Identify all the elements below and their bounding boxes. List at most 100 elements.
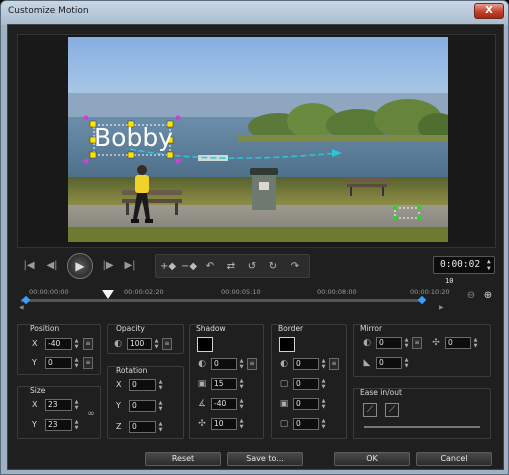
mirror-opacity-spinner-icon[interactable]: ▲ ▼ [403,337,410,349]
zoom-in-icon[interactable]: ⊕ [481,289,495,303]
position-x-label: X [32,339,38,348]
shadow-opacity-menu-icon[interactable]: ≡ [247,358,257,370]
ease-out-icon[interactable]: ⟋ [385,403,399,417]
timecode-spinner-icon[interactable]: ▲ ▼ [487,258,494,272]
play-button[interactable]: ▶ [67,253,93,279]
timecode-display[interactable]: 0:00:02 10 ▲ ▼ [433,256,495,285]
mirror-distance-input[interactable]: 0 [445,337,471,349]
ease-in-icon[interactable]: ⟋ [363,403,377,417]
mirror-fade-spinner-icon[interactable]: ▲ ▼ [403,357,410,369]
position-x-spinner-icon[interactable]: ▲ ▼ [73,338,80,350]
opacity-panel: Opacity ◐ 100 ▲ ▼ ≡ [107,324,184,354]
border-label: Border [278,324,304,333]
shadow-blur-input[interactable]: 15 [211,378,237,390]
rotation-z-spinner-icon[interactable]: ▲ ▼ [157,421,164,433]
mirror-label: Mirror [360,324,383,333]
timeline-scrollbar[interactable]: ◀ ▶ [17,304,447,313]
border-opacity-input[interactable]: 0 [293,358,319,370]
ok-button[interactable]: OK [334,452,410,466]
rotation-x-label: X [116,380,122,389]
border-field-spinner-icon[interactable]: ▲ ▼ [320,398,327,410]
position-y-input[interactable]: 0 [45,357,72,369]
ease-slider-track[interactable] [364,426,480,428]
rotation-z-input[interactable]: 0 [129,421,156,433]
shadow-angle-spinner-icon[interactable]: ▲ ▼ [238,398,245,410]
rotation-x-spinner-icon[interactable]: ▲ ▼ [157,379,164,391]
mirror-distance-spinner-icon[interactable]: ▲ ▼ [472,337,479,349]
mirror-opacity-icon: ◐ [363,338,371,348]
save-to-button[interactable]: Save to... [227,452,303,466]
video-preview[interactable]: Bobby [68,37,448,242]
title-text-overlay[interactable]: Bobby [94,123,173,152]
timeline-track[interactable] [21,299,421,302]
shadow-distance-spinner-icon[interactable]: ▲ ▼ [238,418,245,430]
border-fill-icon: ▣ [279,399,289,409]
reset-keyframe-icon[interactable]: ↷ [286,258,304,275]
previous-frame-icon[interactable]: ◀| [43,257,61,275]
scroll-left-icon[interactable]: ◀ [19,304,24,311]
size-y-input[interactable]: 23 [45,419,72,431]
redo-icon[interactable]: ↻ [264,258,282,275]
keyframe-marker[interactable] [417,295,427,305]
shadow-angle-input[interactable]: -40 [211,398,237,410]
dialog-body: Bobby |◀ ◀| ▶ |▶ ▶| +◆ −◆ ↶ ⇄ ↺ ↻ ↷ 0:00… [7,24,504,470]
shadow-opacity-input[interactable]: 0 [211,358,237,370]
keyframe-marker[interactable] [21,295,31,305]
opacity-input[interactable]: 100 [127,338,152,350]
position-panel: Position X -40 ▲ ▼ ≡ Y 0 ▲ ▼ ≡ [17,324,101,375]
shadow-blur-icon: ▣ [197,379,207,389]
border-width-spinner-icon[interactable]: ▲ ▼ [320,378,327,390]
position-x-menu-icon[interactable]: ≡ [83,338,93,350]
border-opacity-menu-icon[interactable]: ≡ [329,358,339,370]
rotation-z-label: Z [116,422,122,431]
link-aspect-icon[interactable]: ∞ [85,408,97,420]
rotation-x-input[interactable]: 0 [129,379,156,391]
size-y-spinner-icon[interactable]: ▲ ▼ [73,419,80,431]
shadow-blur-spinner-icon[interactable]: ▲ ▼ [238,378,245,390]
position-y-spinner-icon[interactable]: ▲ ▼ [73,357,80,369]
rotation-panel: Rotation X 0 ▲ ▼ Y 0 ▲ ▼ Z 0 ▲ ▼ [107,366,184,439]
timeline-scrubber[interactable] [102,290,114,299]
dialog-footer: Reset Save to... OK Cancel [8,448,503,470]
shadow-opacity-spinner-icon[interactable]: ▲ ▼ [238,358,245,370]
go-to-end-icon[interactable]: ▶| [121,257,139,275]
reset-button[interactable]: Reset [145,452,221,466]
opacity-icon: ◐ [114,339,122,349]
remove-keyframe-icon[interactable]: −◆ [180,258,198,275]
border-corner-icon: ▢ [279,419,289,429]
swap-keyframes-icon[interactable]: ⇄ [222,258,240,275]
border-width-input[interactable]: 0 [293,378,319,390]
mirror-opacity-input[interactable]: 0 [376,337,402,349]
mirror-opacity-menu-icon[interactable]: ≡ [412,337,422,349]
border-opacity-spinner-icon[interactable]: ▲ ▼ [320,358,327,370]
scroll-right-icon[interactable]: ▶ [439,304,444,311]
go-to-start-icon[interactable]: |◀ [20,257,38,275]
size-x-input[interactable]: 23 [45,399,72,411]
rotation-label: Rotation [116,366,148,375]
close-button[interactable]: X [474,3,504,19]
reverse-keyframes-icon[interactable]: ↶ [201,258,219,275]
size-x-spinner-icon[interactable]: ▲ ▼ [73,399,80,411]
cancel-button[interactable]: Cancel [416,452,492,466]
undo-icon[interactable]: ↺ [243,258,261,275]
mirror-distance-icon: ✣ [432,338,440,348]
border-color-swatch[interactable] [279,337,295,352]
title-bar[interactable]: Customize Motion X [1,1,508,25]
shadow-color-swatch[interactable] [197,337,213,352]
zoom-out-icon[interactable]: ⊖ [464,289,478,303]
border-corner-spinner-icon[interactable]: ▲ ▼ [320,418,327,430]
ruler-tick-label: 00:00:08:00 [317,288,357,296]
add-keyframe-icon[interactable]: +◆ [159,258,177,275]
border-field-input[interactable]: 0 [293,398,319,410]
position-y-menu-icon[interactable]: ≡ [83,357,93,369]
opacity-menu-icon[interactable]: ≡ [162,338,172,350]
border-corner-input[interactable]: 0 [293,418,319,430]
mirror-fade-input[interactable]: 0 [376,357,402,369]
position-x-input[interactable]: -40 [45,338,72,350]
rotation-y-input[interactable]: 0 [129,400,156,412]
shadow-distance-icon: ✣ [198,419,206,429]
rotation-y-spinner-icon[interactable]: ▲ ▼ [157,400,164,412]
shadow-distance-input[interactable]: 10 [211,418,237,430]
next-frame-icon[interactable]: |▶ [99,257,117,275]
opacity-spinner-icon[interactable]: ▲ ▼ [153,338,160,350]
